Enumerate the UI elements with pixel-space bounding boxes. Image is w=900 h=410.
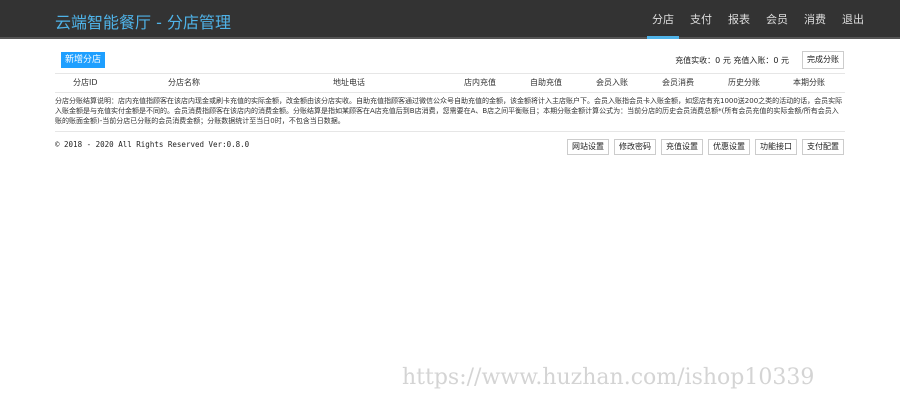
divider <box>55 131 845 132</box>
nav-reports[interactable]: 报表 <box>720 0 758 39</box>
change-password-button[interactable]: 修改密码 <box>614 139 656 155</box>
col-history-settlement: 历史分账 <box>728 78 760 87</box>
table-header: 分店ID 分店名称 地址电话 店内充值 自助充值 会员入账 会员消费 历史分账 … <box>55 73 845 93</box>
nav-consumption[interactable]: 消费 <box>796 0 834 39</box>
page-title: 云端智能餐厅 - 分店管理 <box>55 13 231 32</box>
footer-buttons: 网站设置 修改密码 充值设置 优惠设置 功能接口 支付配置 <box>567 139 844 155</box>
complete-settlement-button[interactable]: 完成分账 <box>802 51 844 69</box>
discount-settings-button[interactable]: 优惠设置 <box>708 139 750 155</box>
watermark: https://www.huzhan.com/ishop10339 <box>402 365 815 390</box>
recharge-stats: 充值实收：0 元 充值入账：0 元 <box>675 56 789 65</box>
col-branch-id: 分店ID <box>73 78 98 87</box>
add-branch-button[interactable]: 新增分店 <box>61 52 106 68</box>
nav-branch[interactable]: 分店 <box>644 0 682 39</box>
col-self-recharge: 自助充值 <box>530 78 562 87</box>
settlement-notes: 分店分账结算说明：店内充值指顾客在该店内现金或刷卡充值的实际金额，改金额由该分店… <box>55 97 843 125</box>
nav-members[interactable]: 会员 <box>758 0 796 39</box>
site-settings-button[interactable]: 网站设置 <box>567 139 609 155</box>
nav-logout[interactable]: 退出 <box>834 0 872 39</box>
payment-config-button[interactable]: 支付配置 <box>802 139 844 155</box>
recharge-settings-button[interactable]: 充值设置 <box>661 139 703 155</box>
api-button[interactable]: 功能接口 <box>755 139 797 155</box>
col-address-phone: 地址电话 <box>333 78 365 87</box>
col-member-credit: 会员入账 <box>596 78 628 87</box>
col-member-consumption: 会员消费 <box>662 78 694 87</box>
col-branch-name: 分店名称 <box>168 78 200 87</box>
main-nav: 分店 支付 报表 会员 消费 退出 <box>644 0 872 39</box>
col-store-recharge: 店内充值 <box>464 78 496 87</box>
top-bar: 云端智能餐厅 - 分店管理 分店 支付 报表 会员 消费 退出 <box>0 0 900 39</box>
nav-payment[interactable]: 支付 <box>682 0 720 39</box>
col-current-settlement: 本期分账 <box>793 78 825 87</box>
copyright: © 2018 - 2020 All Rights Reserved Ver:0.… <box>55 140 250 149</box>
